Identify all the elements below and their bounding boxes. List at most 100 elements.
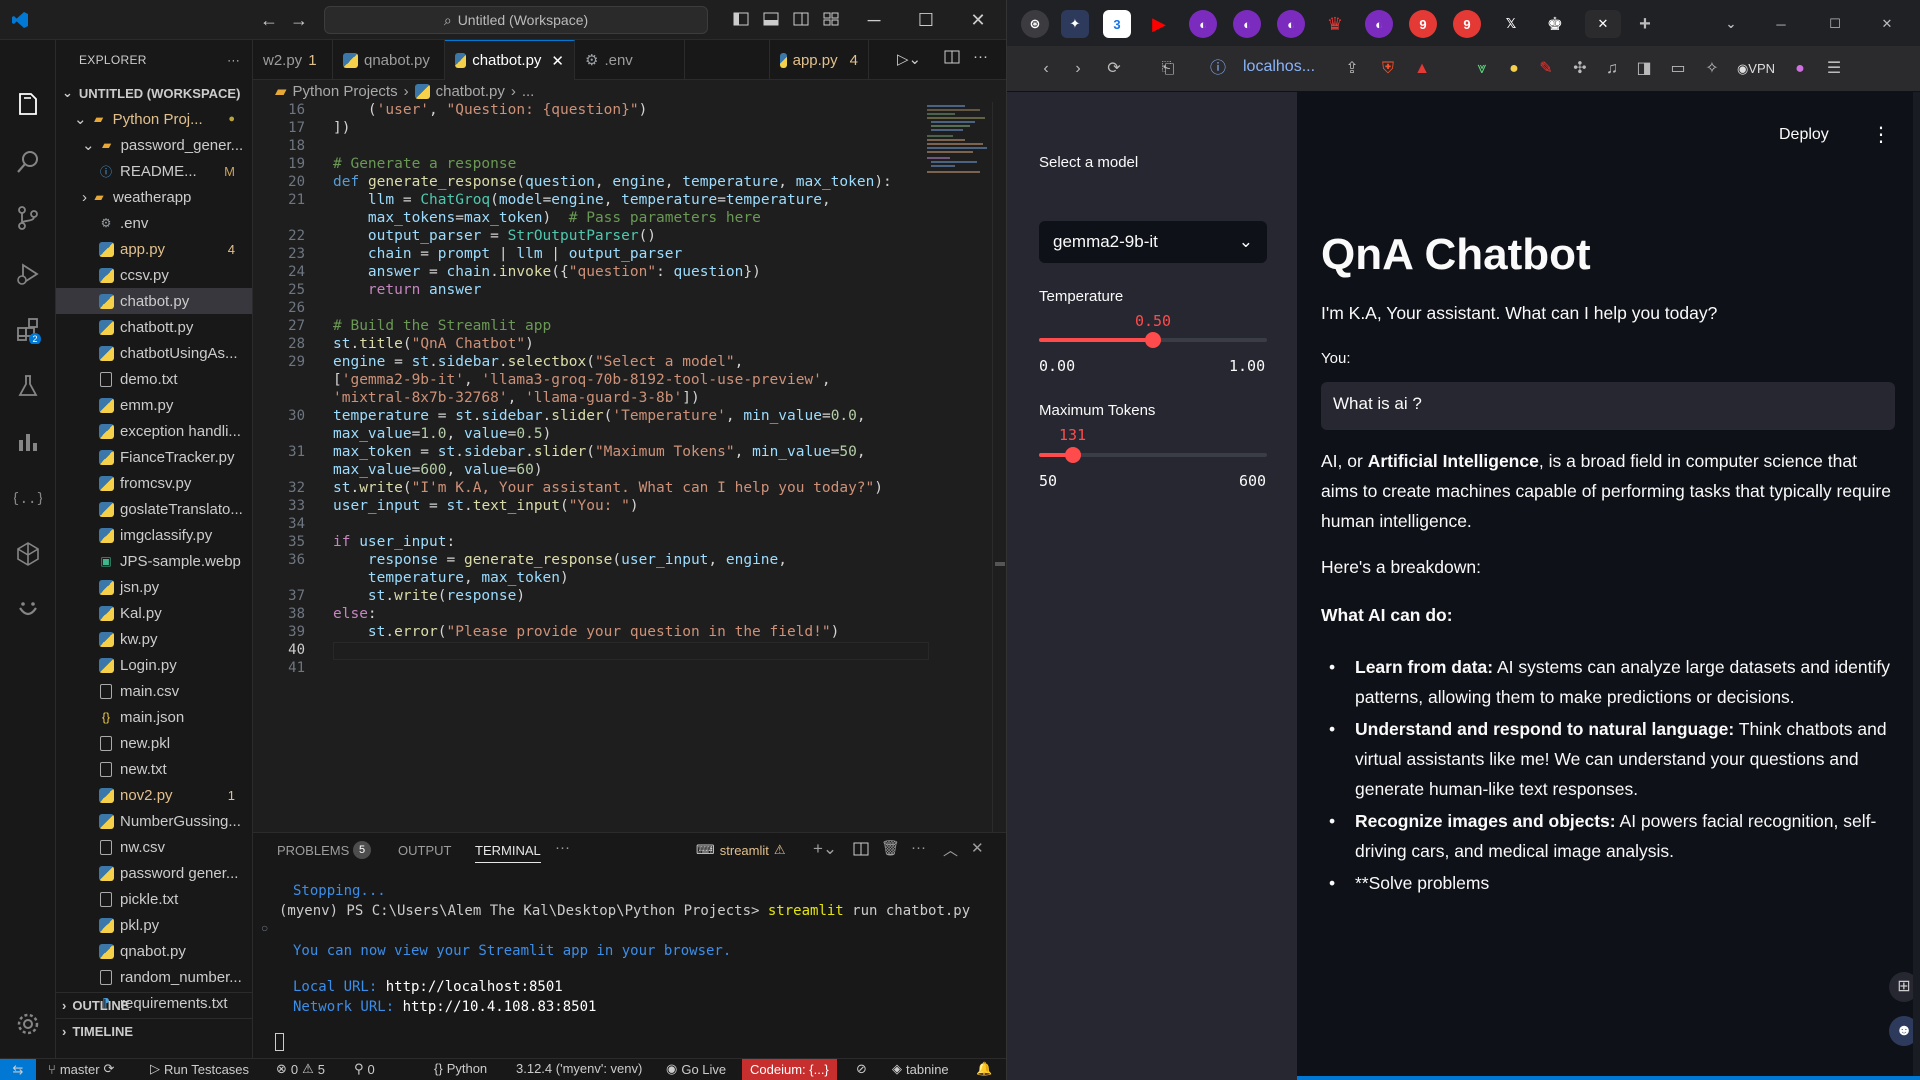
toggle-secondary-sidebar-icon[interactable] [792,10,812,30]
minimize-icon[interactable]: ─ [1767,10,1795,38]
tree-item[interactable]: ccsv.py [56,262,252,288]
extension-2-icon[interactable]: ● [1503,58,1525,80]
command-center[interactable]: ⌕ Untitled (Workspace) [324,6,708,34]
tree-item[interactable]: ⌄ ▰ password_gener... [56,132,252,158]
tree-item[interactable]: app.py 4 [56,236,252,262]
minimap[interactable] [925,102,995,192]
chart-bars-icon[interactable] [14,428,42,456]
split-terminal-icon[interactable] [853,841,869,857]
crown-white-tab-icon[interactable]: ♚ [1541,10,1569,38]
branch-status[interactable]: ⑂ master ⟳ [48,1061,114,1077]
tree-item[interactable]: kw.py [56,626,252,652]
tree-item[interactable]: nw.csv [56,834,252,860]
purple-tab-icon[interactable]: ◐ [1189,10,1217,38]
active-tab-close-icon[interactable]: ✕ [1585,10,1621,38]
tab-terminal[interactable]: TERMINAL [475,843,541,863]
reload-icon[interactable]: ⟳ [1103,58,1125,80]
tree-item[interactable]: ⚙ .env [56,210,252,236]
tab-close-icon[interactable]: ✕ [551,52,564,70]
breadcrumb-file[interactable]: chatbot.py [436,83,505,100]
tree-item[interactable]: NumberGussing... [56,808,252,834]
split-editor-icon[interactable] [943,48,961,66]
tab-nov2[interactable]: w2.py 1 [253,40,333,80]
red-badge-tab-icon[interactable]: 9 [1453,10,1481,38]
minimize-icon[interactable]: ─ [862,8,886,32]
toggle-sidebar-icon[interactable] [732,10,752,30]
brave-rewards-icon[interactable]: ▲ [1411,58,1433,80]
back-arrow-icon[interactable]: ← [260,10,280,30]
run-testcases[interactable]: ▷ Run Testcases [150,1061,249,1077]
tree-item[interactable]: ⓘ README... M [56,158,252,184]
language-status[interactable]: {} Python [434,1061,487,1076]
tab-problems[interactable]: PROBLEMS [277,843,349,858]
tab-app[interactable]: app.py 4 [769,40,869,80]
tree-item[interactable]: password gener... [56,860,252,886]
tab-chatbot[interactable]: chatbot.py ✕ [445,40,575,80]
copilot-off-icon[interactable]: ⊘ [856,1061,867,1077]
terminal-more-icon[interactable]: ··· [911,839,926,856]
model-select[interactable]: gemma2-9b-it ⌄ [1039,221,1267,263]
breadcrumb-symbol[interactable]: ... [522,83,535,100]
purple-tab-icon[interactable]: ◐ [1365,10,1393,38]
tab-output[interactable]: OUTPUT [398,843,451,858]
tree-item[interactable]: exception handli... [56,418,252,444]
tree-item[interactable]: chatbotUsingAs... [56,340,252,366]
tab-env[interactable]: ⚙ .env [575,40,685,80]
max-tokens-thumb[interactable] [1064,447,1081,463]
tree-item[interactable]: imgclassify.py [56,522,252,548]
tree-item[interactable]: {} main.json [56,704,252,730]
new-terminal-icon[interactable]: +⌄ [813,839,837,859]
notifications-bell-icon[interactable]: 🔔 [976,1061,992,1077]
breadcrumb-folder[interactable]: Python Projects [293,83,398,100]
tree-item[interactable]: nov2.py 1 [56,782,252,808]
profile-avatar[interactable]: ● [1789,58,1811,80]
temperature-slider[interactable] [1039,332,1267,348]
tree-item[interactable]: main.csv [56,678,252,704]
close-icon[interactable]: ✕ [1873,10,1901,38]
workspace-section[interactable]: ⌄ UNTITLED (WORKSPACE) [56,80,252,106]
page-scrollbar[interactable] [1913,92,1920,1080]
testing-flask-icon[interactable] [14,372,42,400]
purple-tab-icon[interactable]: ◐ [1277,10,1305,38]
main-menu-icon[interactable]: ⋮ [1871,122,1891,147]
source-control-icon[interactable] [14,204,42,232]
remote-indicator-icon[interactable]: ⇆ [0,1059,36,1080]
gemini-tab-icon[interactable]: ✦ [1061,10,1089,38]
sidebar-toggle-icon[interactable]: ◨ [1633,58,1655,80]
brave-shield-icon[interactable]: ⛨ [1377,58,1399,80]
panel-more-icon[interactable]: ··· [555,839,570,856]
interpreter-status[interactable]: 3.12.4 ('myenv': venv) [516,1061,642,1076]
tree-item[interactable]: random_number... [56,964,252,990]
local-url[interactable]: http://localhost:8501 [386,979,563,995]
editor-scrollbar[interactable] [992,102,1006,832]
back-icon[interactable]: ‹ [1035,58,1057,80]
explorer-icon[interactable] [14,90,42,118]
extensions-icon[interactable]: 2 [14,316,42,344]
music-icon[interactable]: ♫ [1601,58,1623,80]
site-info-icon[interactable]: ⓘ [1207,58,1229,80]
toggle-panel-icon[interactable] [762,10,782,30]
smiley-icon[interactable] [14,596,42,624]
leo-ai-icon[interactable]: ✧ [1701,58,1723,80]
tab-search-icon[interactable]: ⌄ [1717,10,1745,38]
temperature-thumb[interactable] [1145,332,1161,348]
tree-item[interactable]: ▣ JPS-sample.webp [56,548,252,574]
run-debug-icon[interactable] [14,260,42,288]
tabnine-status[interactable]: ◈ tabnine [892,1061,949,1077]
forward-icon[interactable]: › [1067,58,1089,80]
tree-item[interactable]: pickle.txt [56,886,252,912]
tree-item[interactable]: emm.py [56,392,252,418]
red-badge-tab-icon[interactable]: 9 [1409,10,1437,38]
tree-item[interactable]: pkl.py [56,912,252,938]
tree-item[interactable]: FianceTracker.py [56,444,252,470]
forward-arrow-icon[interactable]: → [290,10,310,30]
tree-item[interactable]: chatbot.py [56,288,252,314]
calendar-tab-icon[interactable]: 3 [1103,10,1131,38]
problems-status[interactable]: ⊗ 0 ⚠ 5 [276,1061,325,1077]
purple-tab-icon[interactable]: ◐ [1233,10,1261,38]
tab-qnabot[interactable]: qnabot.py [333,40,445,80]
json-braces-icon[interactable]: {..} [14,484,42,512]
tree-item[interactable]: new.pkl [56,730,252,756]
cube-icon[interactable] [14,540,42,568]
youtube-tab-icon[interactable]: ▶ [1145,10,1173,38]
